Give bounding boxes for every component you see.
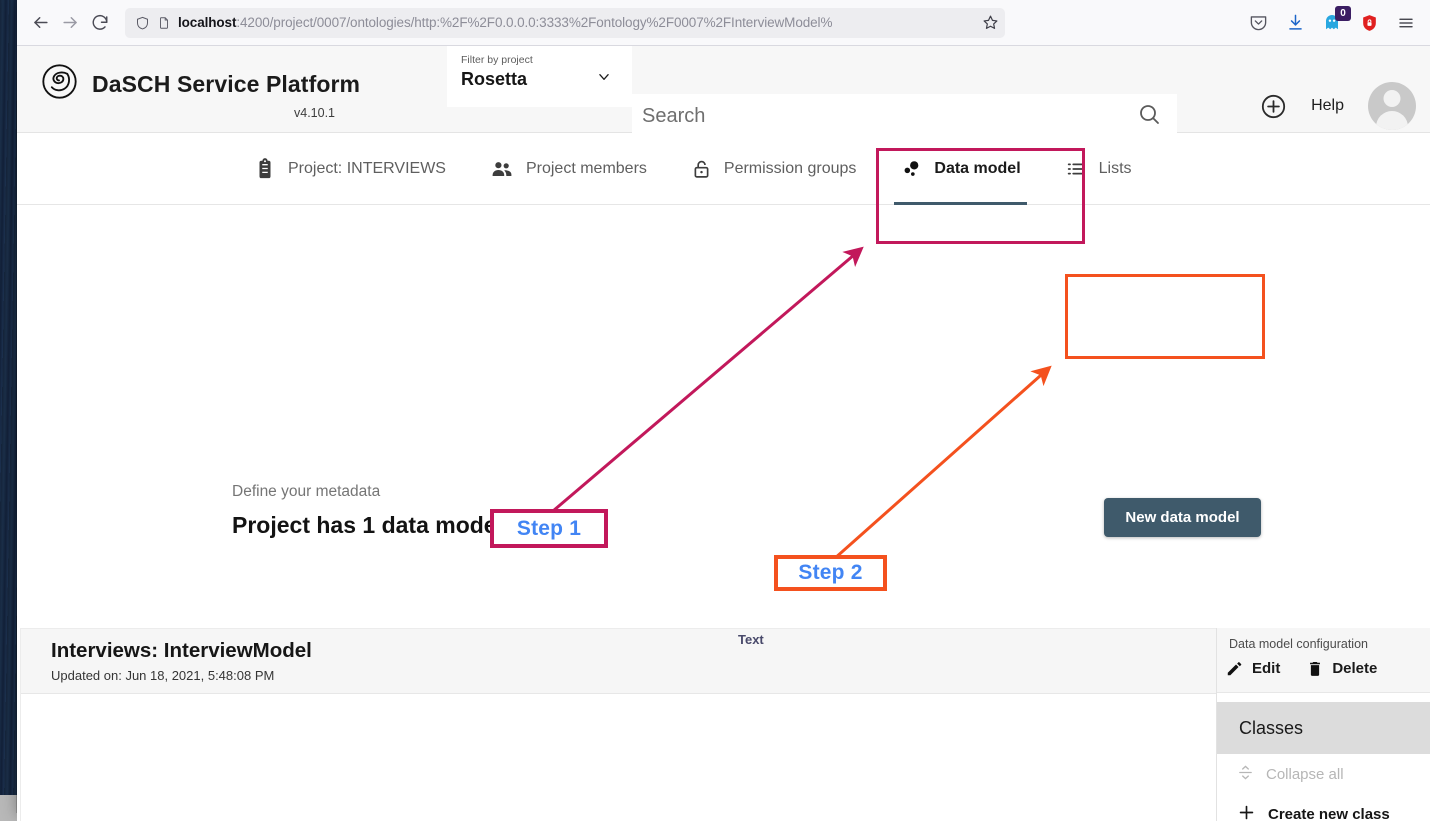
plus-circle-icon[interactable]	[1260, 93, 1287, 120]
app-version: v4.10.1	[294, 106, 336, 120]
tab-project-members[interactable]: Project members	[468, 133, 669, 205]
hamburger-menu-icon[interactable]	[1396, 12, 1416, 34]
main-content: Define your metadata Project has 1 data …	[17, 205, 1430, 821]
dasch-spiral-logo	[41, 63, 78, 105]
config-title: Data model configuration	[1229, 637, 1368, 651]
text-tag-label: Text	[738, 632, 764, 647]
lock-icon	[691, 158, 712, 180]
delete-label: Delete	[1332, 660, 1378, 677]
search-icon[interactable]	[1137, 102, 1161, 131]
url-text: localhost:4200/project/0007/ontologies/h…	[178, 15, 978, 30]
config-header: Data model configuration Edit Delete	[1217, 628, 1430, 693]
app-header: DaSCH Service Platform v4.10.1 Filter by…	[17, 46, 1430, 171]
downloads-icon[interactable]	[1285, 12, 1305, 34]
collapse-all-label: Collapse all	[1266, 765, 1344, 783]
search-placeholder: Search	[642, 104, 706, 127]
page-title: Project has 1 data model	[232, 512, 503, 538]
url-host: localhost	[178, 15, 237, 30]
tab-label: Permission groups	[723, 159, 857, 177]
back-arrow-icon[interactable]	[25, 8, 55, 38]
tab-label: Lists	[1098, 159, 1132, 177]
chevron-down-icon[interactable]	[594, 70, 614, 89]
tab-project-interviews[interactable]: Project: INTERVIEWS	[232, 133, 468, 205]
new-data-model-button[interactable]: New data model	[1104, 498, 1261, 537]
tab-label: Project: INTERVIEWS	[288, 159, 446, 177]
edit-label: Edit	[1252, 660, 1281, 677]
brand-name: DaSCH Service Platform	[92, 70, 361, 97]
brand[interactable]: DaSCH Service Platform	[41, 63, 360, 105]
plus-icon	[1237, 803, 1256, 821]
pencil-icon	[1225, 659, 1244, 678]
data-model-configuration-panel: Data model configuration Edit Delete Cla…	[1216, 628, 1430, 821]
page-icon	[157, 15, 171, 31]
create-new-class-label: Create new class	[1268, 805, 1390, 821]
pocket-icon[interactable]	[1248, 12, 1268, 34]
project-tabs: Project: INTERVIEWS Project members Perm…	[17, 133, 1430, 205]
shield-icon	[135, 15, 150, 31]
trash-icon	[1306, 659, 1324, 678]
ghost-extension-badge: 0	[1335, 5, 1351, 21]
tab-label: Project members	[525, 159, 647, 177]
collapse-all-button[interactable]: Collapse all	[1217, 754, 1430, 794]
edit-button[interactable]: Edit	[1225, 659, 1280, 678]
people-icon	[490, 157, 514, 181]
delete-button[interactable]: Delete	[1306, 659, 1377, 678]
bubble-chart-icon	[900, 158, 922, 180]
reload-icon[interactable]	[85, 8, 115, 38]
search-input[interactable]: Search	[632, 94, 1177, 138]
browser-toolbar: localhost:4200/project/0007/ontologies/h…	[17, 0, 1430, 46]
project-filter-label: Filter by project	[461, 54, 533, 66]
address-bar[interactable]: localhost:4200/project/0007/ontologies/h…	[125, 7, 1005, 38]
metadata-eyebrow: Define your metadata	[232, 483, 381, 500]
ghost-extension-icon[interactable]: 0	[1322, 5, 1351, 34]
tab-label: Data model	[934, 159, 1021, 177]
browser-extension-icons: 0	[1248, 5, 1422, 34]
clipboard-icon	[254, 157, 276, 180]
tab-permission-groups[interactable]: Permission groups	[669, 133, 879, 205]
user-avatar-icon[interactable]	[1368, 82, 1416, 130]
browser-window: localhost:4200/project/0007/ontologies/h…	[17, 0, 1430, 821]
header-right-actions: Help	[1260, 82, 1416, 130]
forward-arrow-icon[interactable]	[55, 8, 85, 38]
classes-section-header: Classes	[1217, 702, 1430, 754]
url-path: :4200/project/0007/ontologies/http:%2F%2…	[236, 15, 833, 30]
tab-lists[interactable]: Lists	[1043, 133, 1154, 205]
star-icon[interactable]	[982, 14, 999, 31]
tab-data-model[interactable]: Data model	[878, 133, 1042, 205]
data-model-updated: Updated on: Jun 18, 2021, 5:48:08 PM	[51, 668, 275, 683]
project-filter-select[interactable]: Filter by project Rosetta	[447, 46, 632, 107]
screen: Page 2 of 9 510 words English (Switzerla…	[0, 0, 1430, 821]
create-new-class-button[interactable]: Create new class	[1217, 794, 1430, 821]
shield-lock-extension-icon[interactable]	[1359, 12, 1379, 34]
data-model-name: Interviews: InterviewModel	[51, 639, 312, 662]
collapse-all-icon	[1237, 764, 1254, 785]
help-link[interactable]: Help	[1311, 97, 1344, 115]
list-icon	[1065, 158, 1087, 180]
